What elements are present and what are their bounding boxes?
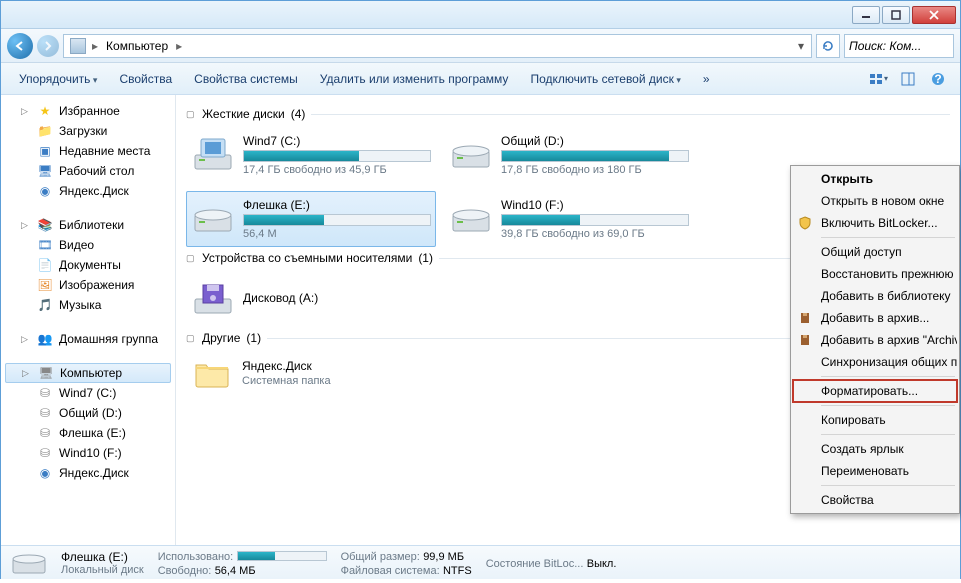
ctx-copy[interactable]: Копировать <box>793 409 957 431</box>
disk-icon: ◉ <box>37 465 53 481</box>
nav-music[interactable]: 🎵Музыка <box>1 295 175 315</box>
system-properties-button[interactable]: Свойства системы <box>184 68 308 90</box>
status-name: Флешка (E:) <box>61 550 144 564</box>
document-icon: 📄 <box>37 257 53 273</box>
drive-dvd[interactable]: Дисковод (A:) <box>186 271 436 327</box>
context-menu: Открыть Открыть в новом окне Включить Bi… <box>790 165 960 514</box>
status-type: Локальный диск <box>61 564 144 576</box>
breadcrumb[interactable]: ▸ Компьютер ▸ ▾ <box>63 34 812 58</box>
toolbar-overflow[interactable]: » <box>693 68 720 90</box>
preview-pane-button[interactable] <box>896 67 920 91</box>
nav-downloads[interactable]: 📁Загрузки <box>1 121 175 141</box>
ctx-newwin[interactable]: Открыть в новом окне <box>793 190 957 212</box>
ctx-shortcut[interactable]: Создать ярлык <box>793 438 957 460</box>
shield-icon <box>797 215 813 231</box>
drive-icon: ⛁ <box>37 405 53 421</box>
nav-yadisk[interactable]: ◉Яндекс.Диск <box>1 181 175 201</box>
drive-f[interactable]: Wind10 (F:)39,8 ГБ свободно из 69,0 ГБ <box>444 191 694 247</box>
computer-group[interactable]: ▷🖥Компьютер <box>5 363 171 383</box>
back-button[interactable] <box>7 33 33 59</box>
music-icon: 🎵 <box>37 297 53 313</box>
nav-yadisk2[interactable]: ◉Яндекс.Диск <box>1 463 175 483</box>
pictures-icon: 🖼 <box>37 277 53 293</box>
libraries-icon: 📚 <box>37 217 53 233</box>
svg-text:?: ? <box>934 72 941 86</box>
ctx-open[interactable]: Открыть <box>793 168 957 190</box>
uninstall-button[interactable]: Удалить или изменить программу <box>310 68 519 90</box>
yadisk-folder[interactable]: Яндекс.ДискСистемная папка <box>186 351 436 395</box>
folder-icon: 📁 <box>37 123 53 139</box>
folder-icon <box>190 353 234 393</box>
nav-drive-d[interactable]: ⛁Общий (D:) <box>1 403 175 423</box>
ctx-restore[interactable]: Восстановить прежнюю <box>793 263 957 285</box>
ctx-share[interactable]: Общий доступ <box>793 241 957 263</box>
video-icon: 🎞 <box>37 237 53 253</box>
breadcrumb-dropdown[interactable]: ▾ <box>793 39 809 53</box>
drive-icon: ⛁ <box>37 445 53 461</box>
archive-icon <box>797 310 813 326</box>
nav-drive-f[interactable]: ⛁Wind10 (F:) <box>1 443 175 463</box>
nav-bar: ▸ Компьютер ▸ ▾ Поиск: Ком... <box>1 29 960 63</box>
ctx-format[interactable]: Форматировать... <box>793 380 957 402</box>
ctx-addarch[interactable]: Добавить в архив... <box>793 307 957 329</box>
help-button[interactable]: ? <box>926 67 950 91</box>
drive-c[interactable]: Wind7 (C:)17,4 ГБ свободно из 45,9 ГБ <box>186 127 436 183</box>
view-button[interactable]: ▾ <box>866 67 890 91</box>
drive-d[interactable]: Общий (D:)17,8 ГБ свободно из 180 ГБ <box>444 127 694 183</box>
ctx-addarch2[interactable]: Добавить в архив "Archiv <box>793 329 957 351</box>
status-bar: Флешка (E:) Локальный диск Использовано:… <box>1 545 960 579</box>
nav-tree: ▷★Избранное 📁Загрузки ▣Недавние места 🖥Р… <box>1 95 176 545</box>
ctx-bitlocker[interactable]: Включить BitLocker... <box>793 212 957 234</box>
breadcrumb-segment[interactable]: Компьютер <box>100 35 174 57</box>
minimize-button[interactable] <box>852 6 880 24</box>
nav-video[interactable]: 🎞Видео <box>1 235 175 255</box>
toolbar: Упорядочить Свойства Свойства системы Уд… <box>1 63 960 95</box>
ctx-addlib[interactable]: Добавить в библиотеку <box>793 285 957 307</box>
forward-button[interactable] <box>37 35 59 57</box>
map-drive-button[interactable]: Подключить сетевой диск <box>520 68 690 90</box>
drive-icon: ⛁ <box>37 385 53 401</box>
chevron-right-icon[interactable]: ▸ <box>90 39 100 53</box>
drive-icon <box>449 135 493 175</box>
group-hdd[interactable]: ▢Жесткие диски(4) <box>186 107 950 121</box>
nav-desktop[interactable]: 🖥Рабочий стол <box>1 161 175 181</box>
homegroup-icon: 👥 <box>37 331 53 347</box>
nav-drive-e[interactable]: ⛁Флешка (E:) <box>1 423 175 443</box>
star-icon: ★ <box>37 103 53 119</box>
archive-icon <box>797 332 813 348</box>
drive-icon <box>191 199 235 239</box>
titlebar <box>1 1 960 29</box>
floppy-icon <box>191 279 235 319</box>
nav-recent[interactable]: ▣Недавние места <box>1 141 175 161</box>
maximize-button[interactable] <box>882 6 910 24</box>
desktop-icon: 🖥 <box>37 163 53 179</box>
drive-icon <box>11 543 47 583</box>
recent-icon: ▣ <box>37 143 53 159</box>
ctx-props[interactable]: Свойства <box>793 489 957 511</box>
computer-icon: 🖥 <box>38 365 54 381</box>
nav-documents[interactable]: 📄Документы <box>1 255 175 275</box>
search-placeholder: Поиск: Ком... <box>849 39 921 53</box>
chevron-right-icon[interactable]: ▸ <box>174 39 184 53</box>
properties-button[interactable]: Свойства <box>109 68 182 90</box>
ctx-rename[interactable]: Переименовать <box>793 460 957 482</box>
drive-icon: ⛁ <box>37 425 53 441</box>
organize-button[interactable]: Упорядочить <box>9 68 107 90</box>
ctx-sync[interactable]: Синхронизация общих п <box>793 351 957 373</box>
computer-icon <box>70 38 86 54</box>
libraries-group[interactable]: ▷📚Библиотеки <box>1 215 175 235</box>
disk-icon: ◉ <box>37 183 53 199</box>
favorites-group[interactable]: ▷★Избранное <box>1 101 175 121</box>
close-button[interactable] <box>912 6 956 24</box>
nav-drive-c[interactable]: ⛁Wind7 (C:) <box>1 383 175 403</box>
refresh-button[interactable] <box>816 34 840 58</box>
search-input[interactable]: Поиск: Ком... <box>844 34 954 58</box>
homegroup[interactable]: ▷👥Домашняя группа <box>1 329 175 349</box>
drive-e[interactable]: Флешка (E:)56,4 М <box>186 191 436 247</box>
nav-pictures[interactable]: 🖼Изображения <box>1 275 175 295</box>
drive-icon <box>191 135 235 175</box>
drive-icon <box>449 199 493 239</box>
